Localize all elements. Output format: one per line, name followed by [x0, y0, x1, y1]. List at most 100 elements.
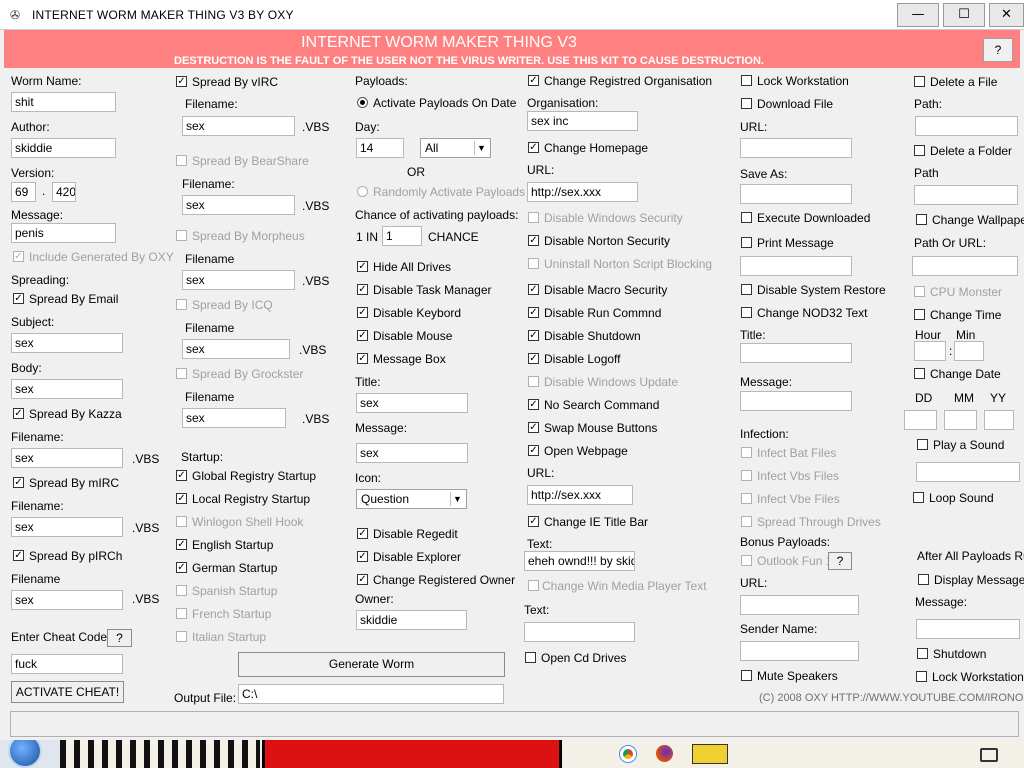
yy-input[interactable] — [984, 410, 1014, 430]
change-nod32-checkbox[interactable] — [741, 307, 752, 318]
spread-pirch-checkbox[interactable]: ✓ — [13, 550, 24, 561]
outlook-fun-checkbox[interactable] — [741, 555, 752, 566]
spread-bearshare-checkbox[interactable] — [176, 155, 187, 166]
message-box-message-input[interactable]: sex — [356, 443, 468, 463]
minimize-button[interactable]: — — [897, 3, 939, 27]
version-major-input[interactable]: 69 — [11, 182, 36, 202]
bearshare-filename-input[interactable]: sex — [182, 195, 295, 215]
owner-input[interactable]: skiddie — [356, 610, 467, 630]
change-homepage-checkbox[interactable]: ✓ — [528, 142, 539, 153]
delete-folder-checkbox[interactable] — [914, 145, 925, 156]
output-file-input[interactable]: C:\ — [238, 684, 504, 704]
execute-downloaded-checkbox[interactable] — [741, 212, 752, 223]
generate-worm-button[interactable]: Generate Worm — [238, 652, 505, 677]
cpu-monster-checkbox[interactable] — [914, 286, 925, 297]
dd-input[interactable] — [904, 410, 937, 430]
print-message-input[interactable] — [740, 256, 852, 276]
disable-win-security-checkbox[interactable] — [528, 212, 539, 223]
disable-run-checkbox[interactable]: ✓ — [528, 307, 539, 318]
cheat-code-input[interactable]: fuck — [11, 654, 123, 674]
change-org-checkbox[interactable]: ✓ — [528, 75, 539, 86]
delete-folder-path-input[interactable] — [914, 185, 1018, 205]
day-select[interactable]: All ▼ — [420, 138, 491, 158]
disable-task-manager-checkbox[interactable]: ✓ — [357, 284, 368, 295]
disable-explorer-checkbox[interactable]: ✓ — [357, 551, 368, 562]
no-search-checkbox[interactable]: ✓ — [528, 399, 539, 410]
firefox-icon[interactable] — [656, 745, 673, 762]
wallpaper-path-input[interactable] — [912, 256, 1018, 276]
close-button[interactable]: ✕ — [989, 3, 1024, 27]
chance-input[interactable]: 1 — [382, 226, 422, 246]
icq-filename-input[interactable]: sex — [182, 339, 290, 359]
randomly-activate-radio[interactable] — [357, 186, 368, 197]
french-startup-checkbox[interactable] — [176, 608, 187, 619]
virc-filename-input[interactable]: sex — [182, 116, 295, 136]
sound-path-input[interactable] — [916, 462, 1020, 482]
change-time-checkbox[interactable] — [914, 309, 925, 320]
webpage-url-input[interactable]: http://sex.xxx — [527, 485, 633, 505]
display-message-checkbox[interactable] — [918, 574, 929, 585]
hour-input[interactable] — [914, 341, 946, 361]
maximize-button[interactable]: ☐ — [943, 3, 985, 27]
outlook-help-button[interactable]: ? — [828, 552, 852, 570]
change-wallpaper-checkbox[interactable] — [916, 214, 927, 225]
cheat-help-button[interactable]: ? — [107, 629, 132, 647]
spread-kazza-checkbox[interactable]: ✓ — [13, 408, 24, 419]
change-ie-title-checkbox[interactable]: ✓ — [528, 516, 539, 527]
english-startup-checkbox[interactable]: ✓ — [176, 539, 187, 550]
global-registry-checkbox[interactable]: ✓ — [176, 470, 187, 481]
morpheus-filename-input[interactable]: sex — [182, 270, 295, 290]
open-cd-checkbox[interactable] — [525, 652, 536, 663]
nod32-message-input[interactable] — [740, 391, 852, 411]
body-input[interactable]: sex — [11, 379, 123, 399]
save-as-input[interactable] — [740, 184, 852, 204]
infect-bat-checkbox[interactable] — [741, 447, 752, 458]
pirch-filename-input[interactable]: sex — [11, 590, 123, 610]
ie-text-input[interactable]: eheh ownd!!! by skidd — [524, 551, 635, 571]
title-input[interactable]: sex — [356, 393, 468, 413]
local-registry-checkbox[interactable]: ✓ — [176, 493, 187, 504]
infect-vbe-checkbox[interactable] — [741, 493, 752, 504]
grockster-filename-input[interactable]: sex — [182, 408, 286, 428]
day-input[interactable]: 14 — [356, 138, 404, 158]
min-input[interactable] — [954, 341, 984, 361]
spread-mirc-checkbox[interactable]: ✓ — [13, 477, 24, 488]
homepage-url-input[interactable]: http://sex.xxx — [527, 182, 638, 202]
download-file-checkbox[interactable] — [741, 98, 752, 109]
paint-icon[interactable] — [692, 744, 728, 764]
download-url-input[interactable] — [740, 138, 852, 158]
notification-icon[interactable] — [980, 748, 998, 762]
version-minor-input[interactable]: 420 — [52, 182, 76, 202]
activate-cheat-button[interactable]: ACTIVATE CHEAT! — [11, 681, 124, 703]
spread-virc-checkbox[interactable]: ✓ — [176, 76, 187, 87]
winlogon-checkbox[interactable] — [176, 516, 187, 527]
org-input[interactable]: sex inc — [527, 111, 638, 131]
lock-workstation-checkbox[interactable] — [741, 75, 752, 86]
disable-regedit-checkbox[interactable]: ✓ — [357, 528, 368, 539]
spread-icq-checkbox[interactable] — [176, 299, 187, 310]
spread-grockster-checkbox[interactable] — [176, 368, 187, 379]
spread-morpheus-checkbox[interactable] — [176, 230, 187, 241]
chrome-icon[interactable] — [620, 746, 636, 762]
icon-select[interactable]: Question ▼ — [356, 489, 467, 509]
spread-email-checkbox[interactable]: ✓ — [13, 293, 24, 304]
activate-on-date-radio[interactable] — [357, 97, 368, 108]
hide-drives-checkbox[interactable]: ✓ — [357, 261, 368, 272]
spread-drives-checkbox[interactable] — [741, 516, 752, 527]
change-date-checkbox[interactable] — [914, 368, 925, 379]
play-sound-checkbox[interactable] — [917, 439, 928, 450]
disable-update-checkbox[interactable] — [528, 376, 539, 387]
disable-norton-checkbox[interactable]: ✓ — [528, 235, 539, 246]
infect-vbs-checkbox[interactable] — [741, 470, 752, 481]
delete-file-checkbox[interactable] — [914, 76, 925, 87]
after-lock-workstation-checkbox[interactable] — [916, 671, 927, 682]
author-input[interactable]: skiddie — [11, 138, 116, 158]
open-webpage-checkbox[interactable]: ✓ — [528, 445, 539, 456]
after-message-input[interactable] — [916, 619, 1020, 639]
disable-macro-checkbox[interactable]: ✓ — [528, 284, 539, 295]
nod32-title-input[interactable] — [740, 343, 852, 363]
worm-name-input[interactable]: shit — [11, 92, 116, 112]
outlook-url-input[interactable] — [740, 595, 859, 615]
italian-startup-checkbox[interactable] — [176, 631, 187, 642]
disable-keyboard-checkbox[interactable]: ✓ — [357, 307, 368, 318]
